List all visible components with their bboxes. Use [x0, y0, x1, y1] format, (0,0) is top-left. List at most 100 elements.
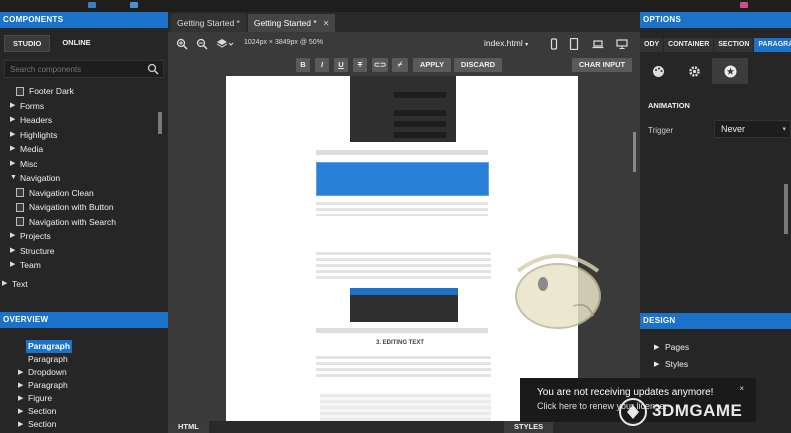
scrollbar-thumb[interactable] [784, 184, 788, 234]
tab-online[interactable]: ONLINE [54, 35, 98, 52]
caret-right-icon[interactable]: ▶ [10, 128, 20, 143]
caret-right-icon[interactable]: ▶ [10, 244, 20, 259]
tree-item-label: Footer Dark [29, 86, 74, 96]
overview-item[interactable]: ▶ Paragraph [0, 379, 168, 392]
tree-item[interactable]: ▶ Team [0, 258, 168, 273]
tablet-icon[interactable] [568, 38, 580, 50]
component-search[interactable] [4, 60, 164, 78]
laptop-icon[interactable] [592, 38, 604, 50]
paragraph[interactable] [316, 252, 491, 280]
caret-right-icon[interactable]: ▶ [10, 229, 20, 244]
search-icon[interactable] [147, 63, 159, 75]
caret-right-icon: ▶ [654, 361, 660, 368]
tree-item[interactable]: ▶ Misc [0, 157, 168, 172]
paragraph[interactable] [316, 202, 488, 216]
zoom-in-icon[interactable] [176, 38, 188, 50]
caret-right-icon[interactable]: ▶ [10, 113, 20, 128]
tab-styles[interactable]: STYLES [504, 421, 554, 433]
tree-item[interactable]: Navigation with Search [0, 215, 168, 230]
overview-item[interactable]: ▶ Section [0, 405, 168, 418]
overview-item[interactable]: ▶ Section [0, 418, 168, 431]
overview-item[interactable]: Paragraph [0, 340, 168, 353]
link-button[interactable]: ⊂⊃ [372, 58, 388, 72]
overview-item[interactable]: Paragraph [0, 353, 168, 366]
caption [316, 150, 488, 155]
close-icon[interactable]: ✕ [323, 19, 330, 28]
caret-right-icon[interactable]: ▶ [18, 379, 28, 392]
tree-item[interactable]: ▶ Text [0, 277, 168, 292]
caret-right-icon[interactable]: ▶ [10, 157, 20, 172]
tip-box[interactable] [320, 394, 491, 421]
tree-item[interactable]: Navigation with Button [0, 200, 168, 215]
tree-item[interactable]: ▶ Projects [0, 229, 168, 244]
tree-item[interactable]: Footer Dark [0, 84, 168, 99]
caret-right-icon: ▶ [654, 344, 660, 351]
tab-getting-started-active[interactable]: Getting Started * ✕ [247, 14, 336, 32]
app-icon[interactable] [740, 2, 748, 8]
caret-right-icon[interactable]: ▶ [18, 366, 28, 379]
tab-animation[interactable] [712, 58, 748, 84]
tree-item[interactable]: ▶ Highlights [0, 128, 168, 143]
components-header: COMPONENTS [0, 12, 168, 28]
caret-right-icon[interactable]: ▶ [2, 277, 12, 292]
strikethrough-button[interactable]: T [353, 58, 367, 72]
overview-header: OVERVIEW [0, 312, 168, 328]
caret-down-icon[interactable]: ▼ [10, 171, 20, 186]
file-selector[interactable]: index.html ▾ [484, 38, 528, 48]
tab-section[interactable]: SECTION [714, 38, 754, 52]
tree-item[interactable]: ▶ Headers [0, 113, 168, 128]
tab-settings[interactable] [676, 58, 712, 84]
tab-studio[interactable]: STUDIO [4, 35, 51, 52]
section-heading[interactable]: 3. EDITING TEXT [376, 340, 424, 346]
apply-button[interactable]: APPLY [413, 58, 451, 72]
tab-container[interactable]: CONTAINER [664, 38, 714, 52]
app-icon[interactable] [88, 2, 96, 8]
caret-right-icon[interactable]: ▶ [18, 418, 28, 431]
scrollbar-thumb[interactable] [158, 112, 162, 134]
tree-item[interactable]: ▼ Navigation [0, 171, 168, 186]
paragraph[interactable] [316, 356, 491, 380]
tab-body[interactable]: ODY [640, 38, 664, 52]
canvas-dimensions: 1024px × 3849px @ 50% [244, 39, 323, 46]
tree-item[interactable]: ▶ Media [0, 142, 168, 157]
caret-right-icon[interactable]: ▶ [10, 142, 20, 157]
design-item-pages[interactable]: ▶ Pages [654, 342, 689, 352]
caret-right-icon[interactable]: ▶ [18, 392, 28, 405]
app-icon[interactable] [130, 2, 138, 8]
overview-item[interactable]: ▶ Dropdown [0, 366, 168, 379]
tab-html[interactable]: HTML [168, 421, 209, 433]
trigger-select[interactable]: Never ▾ [714, 120, 791, 138]
clear-format-button[interactable]: ⌿ [392, 58, 408, 72]
search-input[interactable] [5, 61, 135, 77]
close-icon[interactable]: × [739, 384, 744, 393]
canvas-scrollbar[interactable] [633, 132, 636, 172]
tree-item[interactable]: ▶ Forms [0, 99, 168, 114]
underline-button[interactable]: U [334, 58, 348, 72]
discard-button[interactable]: DISCARD [454, 58, 502, 72]
tab-getting-started[interactable]: Getting Started * [171, 14, 246, 32]
layers-icon[interactable] [216, 38, 234, 50]
design-item-styles[interactable]: ▶ Styles [654, 359, 688, 369]
chevron-down-icon: ▾ [525, 42, 529, 48]
zoom-out-icon[interactable] [196, 38, 208, 50]
tree-item[interactable]: Navigation Clean [0, 186, 168, 201]
bottom-tabs: HTML STYLES [168, 421, 640, 433]
tab-style[interactable] [640, 58, 676, 84]
desktop-icon[interactable] [616, 38, 628, 50]
caret-right-icon[interactable]: ▶ [10, 258, 20, 273]
bold-button[interactable]: B [296, 58, 310, 72]
tab-paragraph[interactable]: PARAGRA [754, 38, 791, 52]
mascot-watermark-icon [515, 254, 601, 329]
editor-area: Getting Started * Getting Started * ✕ 102… [168, 12, 640, 433]
overview-item[interactable]: ▶ Figure [0, 392, 168, 405]
phone-icon[interactable] [548, 38, 560, 50]
caret-right-icon[interactable]: ▶ [10, 99, 20, 114]
selected-paragraph[interactable] [316, 162, 489, 196]
char-input-button[interactable]: CHAR INPUT [572, 58, 632, 72]
caret-right-icon[interactable]: ▶ [18, 405, 28, 418]
tree-item[interactable]: ▶ Structure [0, 244, 168, 259]
italic-button[interactable]: I [315, 58, 329, 72]
overview-item-label: Paragraph [28, 380, 68, 390]
design-item-label: Styles [665, 359, 689, 369]
options-panel: OPTIONS ODY CONTAINER SECTION PARAGRA AN… [640, 12, 791, 433]
